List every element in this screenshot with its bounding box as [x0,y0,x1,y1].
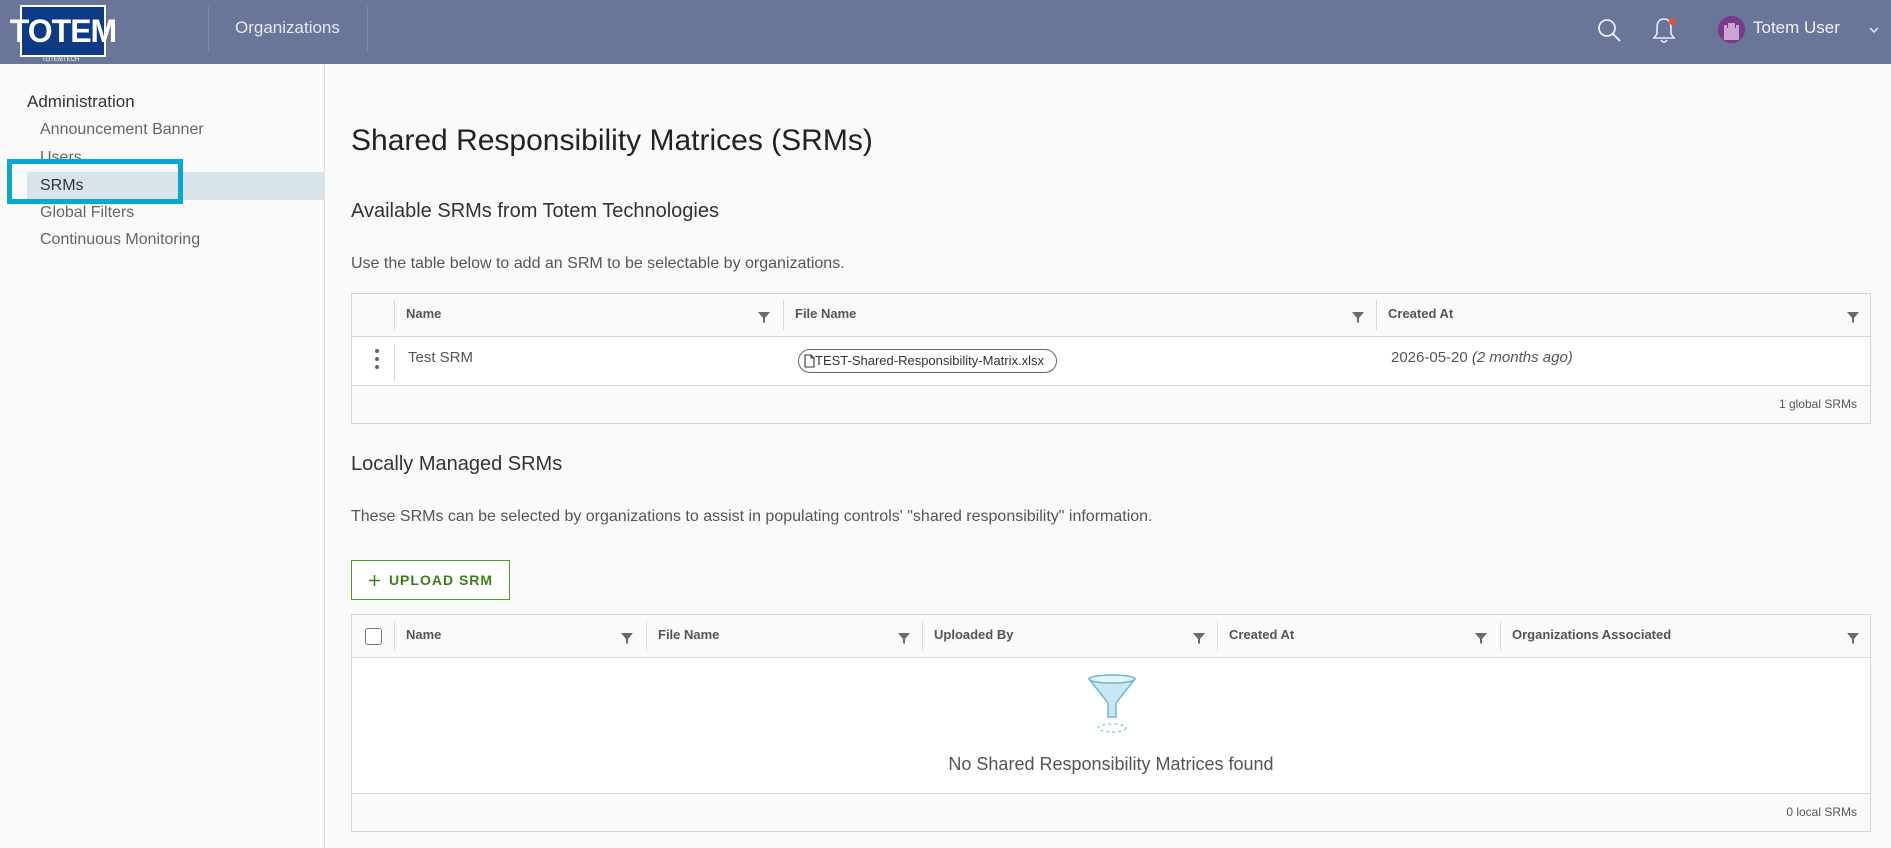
chevron-down-icon[interactable] [1868,25,1880,35]
totem-logo[interactable]: TOTEM TOTEMTECH [10,5,117,63]
local-srm-count: 0 local SRMs [1786,805,1857,819]
column-header-organizations-associated[interactable]: Organizations Associated [1500,615,1872,657]
top-header: TOTEM TOTEMTECH Organizations Totem User [0,0,1891,64]
column-header-uploaded-by[interactable]: Uploaded By [922,615,1217,657]
column-header-name[interactable]: Name [394,294,783,336]
user-name[interactable]: Totem User [1753,0,1840,56]
column-header-name[interactable]: Name [394,615,646,657]
column-separator [394,343,395,381]
header-divider [367,6,368,52]
local-srms-description: These SRMs can be selected by organizati… [351,508,1153,525]
row-actions-icon[interactable] [374,348,380,370]
local-srms-grid: Name File Name Uploaded By Created At Or… [351,614,1871,832]
highlight-box [7,159,183,204]
select-all-checkbox[interactable] [365,628,382,645]
column-header-file-name[interactable]: File Name [646,615,922,657]
grid-header: Name File Name Uploaded By Created At Or… [352,615,1870,658]
filter-icon[interactable] [1846,310,1860,324]
row-name: Test SRM [408,349,474,366]
upload-srm-button[interactable]: UPLOAD SRM [351,560,510,600]
column-header-created-at[interactable]: Created At [1376,294,1872,336]
available-srms-grid: Name File Name Created At Test SRM TEST-… [351,293,1871,424]
logo-subtext: TOTEMTECH [42,57,80,63]
grid-footer: 1 global SRMs [352,385,1870,423]
file-icon [804,354,815,368]
filter-icon[interactable] [1846,631,1860,645]
filter-icon[interactable] [1474,631,1488,645]
header-divider [208,6,209,52]
column-header-created-at[interactable]: Created At [1217,615,1500,657]
grid-footer: 0 local SRMs [352,793,1870,831]
created-relative: (2 months ago) [1471,349,1573,366]
plus-icon [368,574,380,586]
search-icon[interactable] [1597,18,1621,42]
nav-organizations[interactable]: Organizations [235,0,340,64]
grid-header: Name File Name Created At [352,294,1870,337]
empty-state-message: No Shared Responsibility Matrices found [948,754,1274,774]
page-title: Shared Responsibility Matrices (SRMs) [351,124,873,157]
sidebar-item-announcement-banner[interactable]: Announcement Banner [27,116,325,144]
sidebar-section-administration: Administration [27,92,135,111]
file-name-text: TEST-Shared-Responsibility-Matrix.xlsx [815,353,1045,368]
file-download-button[interactable]: TEST-Shared-Responsibility-Matrix.xlsx [798,349,1058,373]
table-row: Test SRM TEST-Shared-Responsibility-Matr… [352,337,1870,387]
column-header-file-name[interactable]: File Name [783,294,1376,336]
row-created-at: 2026-05-20 (2 months ago) [1391,349,1573,366]
filter-icon[interactable] [620,631,634,645]
global-srm-count: 1 global SRMs [1778,397,1857,411]
logo-text: TOTEM [9,13,117,49]
created-date: 2026-05-20 [1391,349,1468,366]
sidebar-item-continuous-monitoring[interactable]: Continuous Monitoring [27,226,325,254]
filter-icon[interactable] [757,310,771,324]
filter-icon[interactable] [1351,310,1365,324]
available-srms-title: Available SRMs from Totem Technologies [351,200,719,222]
empty-filter-icon [1087,674,1137,733]
upload-srm-label: UPLOAD SRM [388,572,494,588]
avatar-image [1718,16,1745,43]
available-srms-description: Use the table below to add an SRM to be … [351,255,845,272]
filter-icon[interactable] [897,631,911,645]
local-srms-title: Locally Managed SRMs [351,453,563,475]
avatar[interactable] [1718,16,1745,43]
filter-icon[interactable] [1192,631,1206,645]
notification-dot [1669,18,1676,25]
